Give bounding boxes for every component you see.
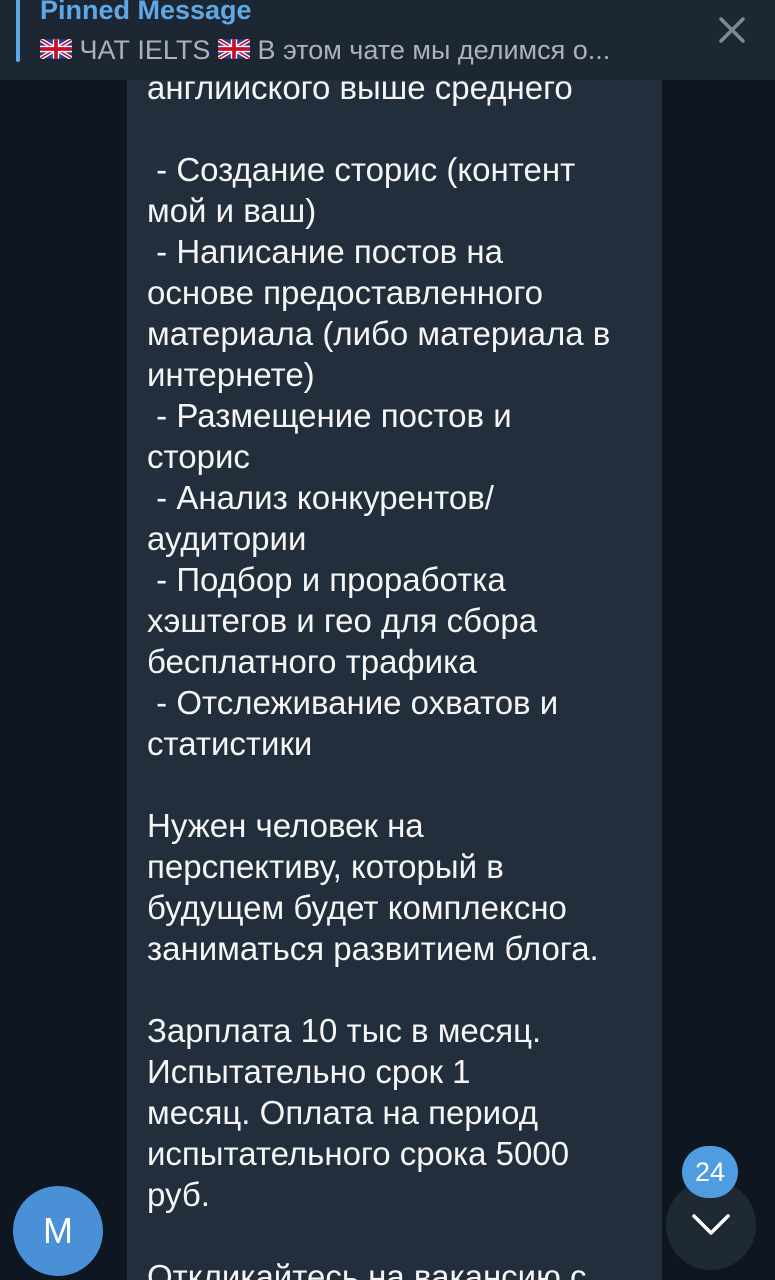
uk-flag-icon	[40, 33, 74, 67]
chevron-down-icon	[692, 1214, 730, 1235]
message-text: английского выше среднего - Создание сто…	[147, 69, 611, 1280]
message-bubble[interactable]: английского выше среднего - Создание сто…	[127, 40, 662, 1280]
pinned-preview-text: В этом чате мы делимся о...	[257, 35, 611, 65]
pinned-message-bar[interactable]: Pinned Message ЧАТ IELTS В этом чате мы …	[0, 0, 775, 80]
chat-area[interactable]: английского выше среднего - Создание сто…	[0, 0, 775, 1280]
close-icon	[719, 17, 745, 43]
pinned-preview: ЧАТ IELTS В этом чате мы делимся о...	[40, 33, 680, 67]
avatar[interactable]: M	[13, 1186, 103, 1276]
pinned-accent-line	[16, 0, 20, 62]
pinned-chat-name: ЧАТ IELTS	[79, 35, 211, 65]
close-button[interactable]	[712, 10, 752, 50]
pinned-title: Pinned Message	[40, 0, 252, 25]
uk-flag-icon	[216, 33, 252, 67]
unread-count-badge: 24	[682, 1146, 738, 1198]
